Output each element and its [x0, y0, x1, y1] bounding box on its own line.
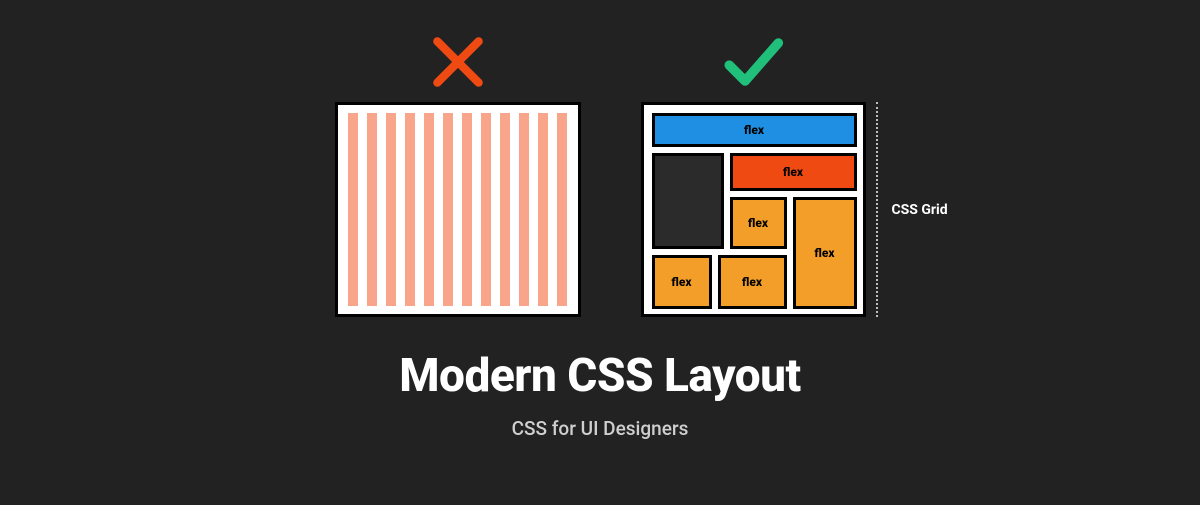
cross-icon: [427, 22, 489, 102]
column-stripe: [462, 113, 472, 306]
right-wrap: flex flex flex flex flex flex CSS: [641, 102, 866, 317]
column-stripe: [538, 113, 548, 306]
css-grid-annotation: CSS Grid: [866, 102, 948, 317]
figure-row: flex flex flex flex flex flex CSS: [335, 22, 866, 317]
diagram-root: flex flex flex flex flex flex CSS: [0, 0, 1200, 505]
column-stripe: [424, 113, 434, 306]
annotation-rule: [876, 102, 878, 317]
flex-region-bottom-mid: flex: [718, 255, 787, 309]
column-stripe: [481, 113, 491, 306]
column-stripe: [367, 113, 377, 306]
annotation-label: CSS Grid: [892, 202, 948, 218]
page-title: Modern CSS Layout: [399, 349, 800, 403]
column-stripe: [500, 113, 510, 306]
right-example-box: flex flex flex flex flex flex: [641, 102, 866, 317]
column-stripe: [443, 113, 453, 306]
column-stripe: [405, 113, 415, 306]
dark-region: [652, 153, 724, 249]
flex-region-header: flex: [652, 113, 857, 147]
check-icon: [715, 22, 791, 102]
column-stripe: [348, 113, 358, 306]
column-stripe: [557, 113, 567, 306]
column-stripe: [519, 113, 529, 306]
column-stripe: [386, 113, 396, 306]
wrong-example-box: [335, 102, 581, 317]
flex-region-mid-right: flex: [793, 197, 857, 309]
right-column: flex flex flex flex flex flex CSS: [641, 22, 866, 317]
flex-region-bottom-left: flex: [652, 255, 712, 309]
caption-block: Modern CSS Layout CSS for UI Designers: [399, 349, 800, 440]
flex-region-mid-left: flex: [730, 197, 787, 249]
wrong-column: [335, 22, 581, 317]
flex-region-row2: flex: [730, 153, 857, 191]
page-subtitle: CSS for UI Designers: [399, 417, 800, 440]
